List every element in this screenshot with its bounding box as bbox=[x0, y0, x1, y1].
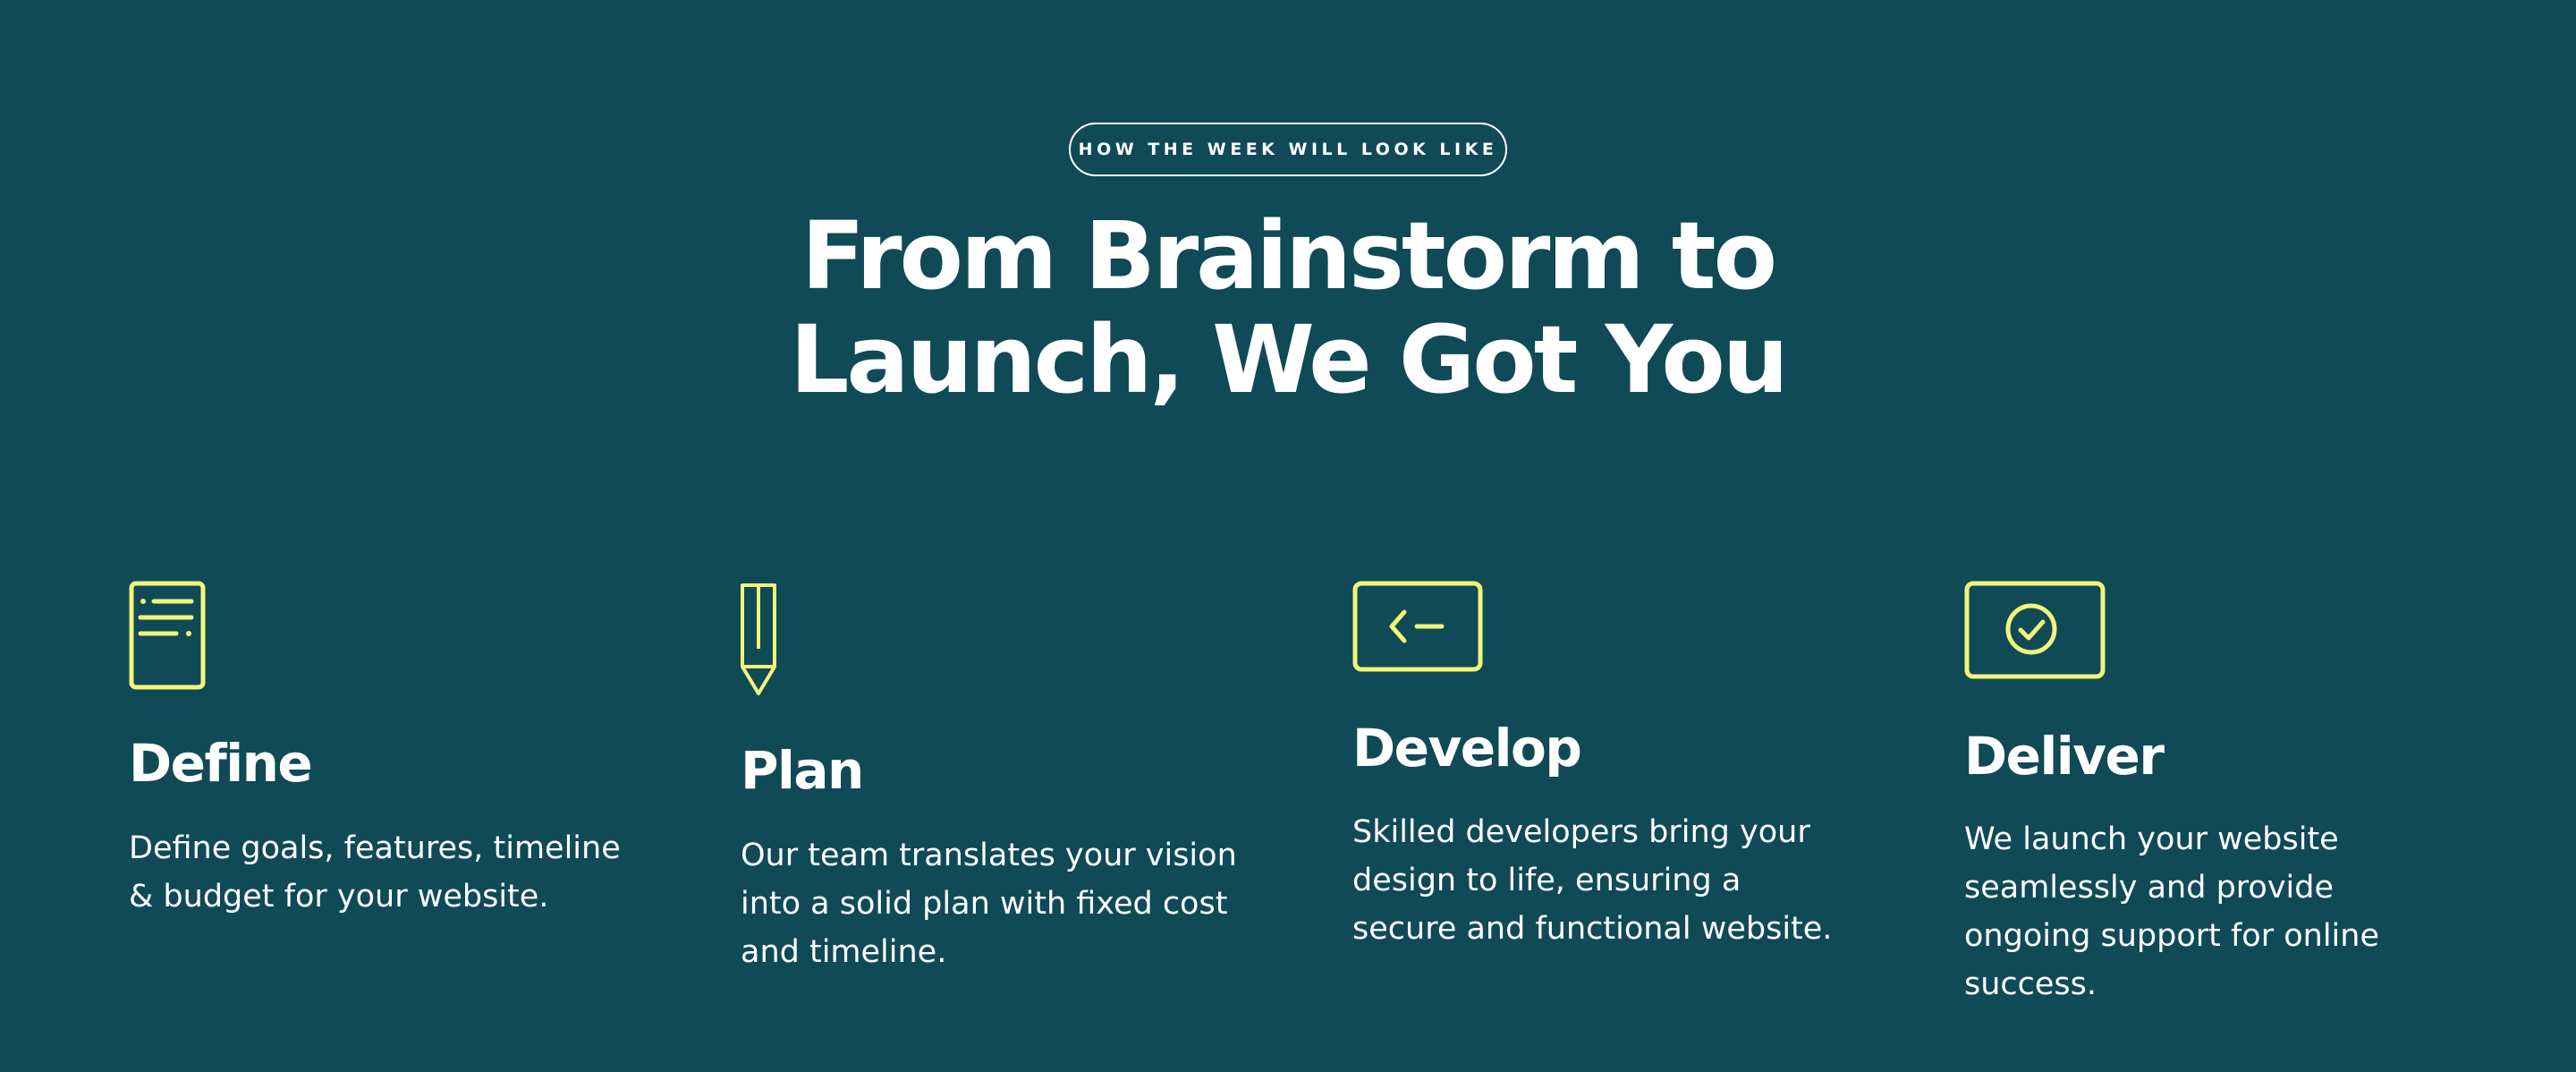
step-description: Define goals, features, timeline & budge… bbox=[129, 830, 621, 915]
step-description: We launch your website seamlessly and pr… bbox=[1964, 821, 2379, 1002]
checkmark-window-icon bbox=[1964, 581, 2106, 679]
section-title-line-1: From Brainstorm to bbox=[801, 201, 1777, 311]
step-title: Develop bbox=[1352, 718, 1582, 778]
section-eyebrow-label: HOW THE WEEK WILL LOOK LIKE bbox=[1078, 140, 1498, 159]
code-window-icon bbox=[1352, 581, 1483, 672]
step-description: Our team translates your vision into a s… bbox=[741, 838, 1237, 970]
step-title: Define bbox=[129, 733, 313, 794]
document-icon bbox=[129, 581, 206, 690]
pencil-icon bbox=[739, 582, 778, 696]
section-eyebrow-badge: HOW THE WEEK WILL LOOK LIKE bbox=[1069, 123, 1507, 176]
step-title: Plan bbox=[741, 740, 864, 801]
step-description: Skilled developers bring your design to … bbox=[1352, 814, 1833, 947]
section-title: From Brainstorm to Launch, We Got You bbox=[572, 204, 2004, 412]
section-title-line-2: Launch, We Got You bbox=[790, 305, 1789, 414]
step-title: Deliver bbox=[1964, 726, 2165, 787]
